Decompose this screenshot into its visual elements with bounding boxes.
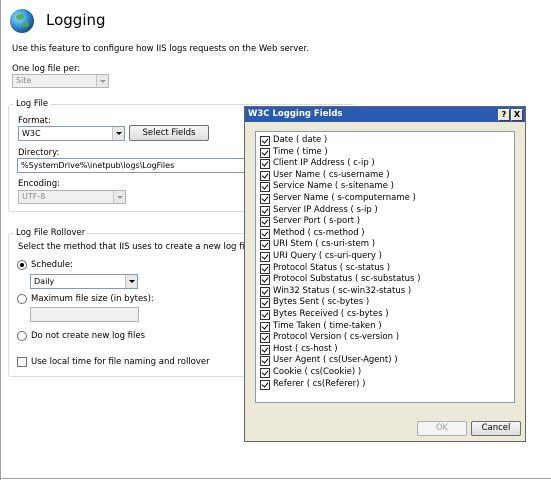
close-icon[interactable]: X (511, 109, 523, 121)
log-file-group-label: Log File (14, 99, 51, 109)
encoding-select[interactable]: UTF-8 (18, 190, 126, 204)
local-time-label: Use local time for file naming and rollo… (31, 357, 210, 367)
directory-input[interactable]: %SystemDrive%\inetpub\logs\LogFiles (17, 158, 249, 173)
one-log-file-select[interactable]: Site (12, 74, 109, 88)
field-checkbox[interactable] (260, 298, 270, 309)
field-checkbox[interactable] (260, 136, 270, 146)
field-checkbox[interactable] (260, 286, 270, 297)
chevron-down-icon (112, 127, 124, 140)
fields-listbox[interactable]: Date ( date ) Time ( time ) Client IP Addr… (255, 131, 515, 403)
field-checkbox[interactable] (260, 344, 270, 355)
field-checkbox[interactable] (260, 205, 270, 216)
format-select[interactable]: W3C (18, 126, 125, 141)
max-file-size-radio[interactable] (17, 294, 27, 304)
field-label: Win32 Status ( sc-win32-status ) (273, 285, 412, 296)
schedule-radio[interactable] (17, 260, 27, 270)
dialog-title: W3C Logging Fields (248, 109, 343, 119)
field-checkbox[interactable] (260, 379, 270, 390)
field-checkbox[interactable] (260, 252, 270, 262)
chevron-down-icon (96, 75, 108, 87)
field-label: Bytes Sent ( sc-bytes ) (273, 297, 370, 308)
field-label: Cookie ( cs(Cookie) ) (273, 367, 362, 377)
page-title: Logging (46, 11, 106, 29)
no-new-files-label: Do not create new log files (31, 331, 146, 341)
field-label: Protocol Version ( cs-version ) (273, 332, 400, 343)
field-label: Date ( date ) (273, 135, 328, 145)
select-fields-button[interactable]: Select Fields (129, 125, 209, 141)
field-label: Time Taken ( time-taken ) (273, 320, 382, 331)
field-label: Server IP Address ( s-ip ) (273, 204, 378, 215)
page-description: Use this feature to configure how IIS lo… (12, 44, 309, 54)
field-label: Client IP Address ( c-ip ) (273, 158, 375, 169)
field-label: Protocol Substatus ( sc-substatus ) (273, 274, 421, 285)
field-checkbox[interactable] (260, 356, 270, 367)
field-checkbox[interactable] (260, 217, 270, 228)
globe-icon-land (22, 22, 29, 27)
directory-label: Directory: (18, 148, 60, 158)
window-border (0, 0, 1, 480)
field-checkbox[interactable] (260, 333, 270, 344)
field-checkbox[interactable] (260, 147, 270, 158)
bottom-border (0, 478, 551, 479)
schedule-label: Schedule: (31, 260, 73, 270)
field-label: Protocol Status ( sc-status ) (273, 262, 391, 273)
field-checkbox[interactable] (260, 368, 270, 378)
field-label: User Agent ( cs(User-Agent) ) (273, 355, 398, 366)
field-checkbox[interactable] (260, 182, 270, 193)
field-label: Host ( cs-host ) (273, 343, 338, 354)
field-checkbox[interactable] (260, 159, 270, 170)
ok-button[interactable]: OK (417, 421, 467, 436)
field-label: Time ( time ) (273, 146, 328, 157)
w3c-logging-fields-dialog: W3C Logging Fields ? X Date ( date ) Time… (244, 106, 526, 442)
field-checkbox[interactable] (260, 170, 270, 181)
dialog-title-bar: W3C Logging Fields (245, 107, 525, 122)
field-checkbox[interactable] (260, 310, 270, 320)
help-icon[interactable]: ? (498, 109, 510, 121)
one-log-file-value: Site (16, 76, 32, 85)
max-file-size-input[interactable] (30, 307, 139, 322)
schedule-value: Daily (34, 277, 55, 286)
field-label: Referer ( cs(Referer) ) (273, 378, 366, 389)
field-checkbox[interactable] (260, 321, 270, 332)
field-label: URI Query ( cs-uri-query ) (273, 251, 382, 261)
field-label: User Name ( cs-username ) (273, 169, 390, 180)
field-label: Server Port ( s-port ) (273, 216, 361, 227)
field-checkbox[interactable] (260, 228, 270, 239)
max-file-size-label: Maximum file size (in bytes): (31, 294, 154, 304)
field-label: Bytes Received ( cs-bytes ) (273, 309, 389, 319)
cancel-button[interactable]: Cancel (471, 421, 521, 436)
one-log-file-label: One log file per: (12, 64, 81, 74)
rollover-description: Select the method that IIS uses to creat… (18, 242, 255, 252)
encoding-label: Encoding: (18, 179, 61, 189)
field-checkbox[interactable] (260, 263, 270, 274)
field-label: Server Name ( s-computername ) (273, 193, 416, 203)
field-checkbox[interactable] (260, 194, 270, 204)
schedule-select[interactable]: Daily (30, 274, 138, 289)
globe-icon (10, 9, 34, 33)
field-checkbox[interactable] (260, 240, 270, 251)
field-label: URI Stem ( cs-uri-stem ) (273, 239, 376, 250)
no-new-files-radio[interactable] (17, 331, 27, 341)
field-label: Service Name ( s-sitename ) (273, 181, 394, 192)
format-value: W3C (22, 129, 41, 138)
local-time-checkbox[interactable] (17, 357, 27, 367)
field-checkbox[interactable] (260, 275, 270, 286)
format-label: Format: (18, 116, 51, 126)
chevron-down-icon (125, 275, 137, 288)
rollover-group-label: Log File Rollover (14, 228, 88, 238)
field-label: Method ( cs-method ) (273, 227, 365, 238)
encoding-value: UTF-8 (22, 192, 46, 201)
chevron-down-icon (113, 191, 125, 203)
